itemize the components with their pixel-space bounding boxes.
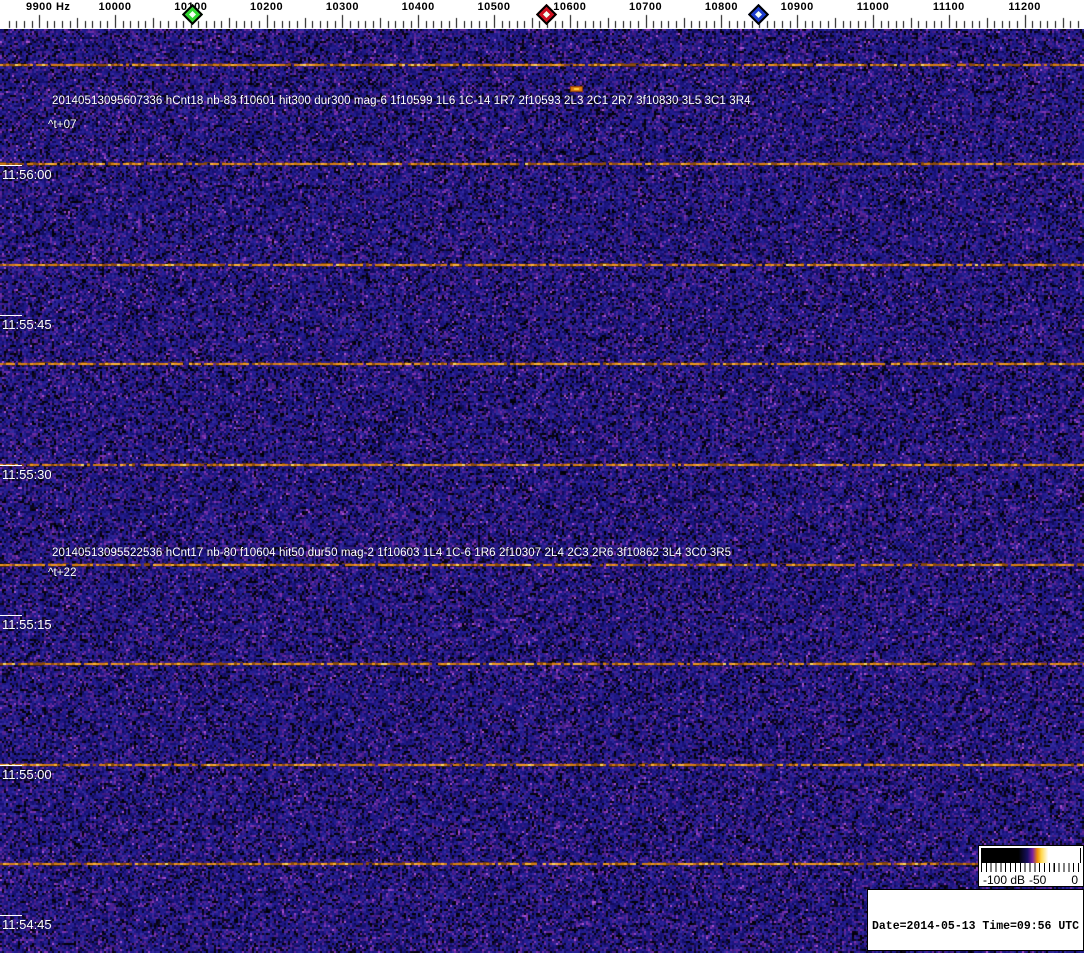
marker-center-dot <box>754 10 763 19</box>
colorbar-ticks-major <box>981 863 1081 868</box>
freq-tick-label: 10500 <box>477 1 511 13</box>
intensity-colorbar: -100 dB -50 0 <box>978 845 1084 887</box>
marker-center-dot <box>188 10 197 19</box>
marker-center-dot <box>542 10 551 19</box>
colorbar-label-max: 0 <box>1071 873 1078 887</box>
colorbar-label-min: -100 dB <box>983 873 1026 887</box>
freq-tick-label: 10900 <box>780 1 814 13</box>
time-tick <box>0 465 22 466</box>
time-tick-label: 11:55:00 <box>2 767 52 782</box>
time-tick <box>0 315 22 316</box>
freq-tick-label: 10200 <box>250 1 284 13</box>
freq-tick-label: 10300 <box>325 1 359 13</box>
colorbar-label-mid: -50 <box>1029 873 1047 887</box>
time-tick-label: 11:55:30 <box>2 467 52 482</box>
detection-annotation-1: 20140513095607336 hCnt18 nb-83 f10601 hi… <box>52 95 751 107</box>
freq-tick-label: 10800 <box>704 1 738 13</box>
colorbar-gradient <box>981 848 1081 863</box>
time-tick <box>0 615 22 616</box>
time-tick <box>0 165 22 166</box>
detection-annotation-2: 20140513095522536 hCnt17 nb-80 f10604 hi… <box>52 547 732 559</box>
freq-tick-label: 10400 <box>401 1 435 13</box>
spectrogram-area: 20140513095607336 hCnt18 nb-83 f10601 hi… <box>0 29 1084 953</box>
info-date-time: Date=2014-05-13 Time=09:56 UTC <box>872 920 1080 933</box>
freq-tick-label: 10600 <box>553 1 587 13</box>
spectrogram-canvas <box>0 29 1084 953</box>
detection-time-tag-1: ^t+07 <box>48 119 77 131</box>
spectrogram-app-window: 9900 Hz100001010010200103001040010500106… <box>0 0 1084 953</box>
freq-tick-label: 10000 <box>98 1 132 13</box>
freq-tick-label: 9900 Hz <box>25 1 71 13</box>
time-tick <box>0 915 22 916</box>
time-tick <box>0 765 22 766</box>
freq-tick-label: 11200 <box>1008 1 1041 13</box>
freq-tick-label: 11100 <box>932 1 965 13</box>
frequency-ruler: 9900 Hz100001010010200103001040010500106… <box>0 0 1084 29</box>
freq-tick-label: 10700 <box>629 1 663 13</box>
freq-tick-label: 11000 <box>856 1 890 13</box>
detection-time-tag-2: ^t+22 <box>48 567 77 579</box>
time-tick-label: 11:54:45 <box>2 917 52 932</box>
time-tick-label: 11:56:00 <box>2 167 52 182</box>
time-tick-label: 11:55:45 <box>2 317 52 332</box>
observation-info-box: Date=2014-05-13 Time=09:56 UTC Freq=143 … <box>867 889 1084 951</box>
time-tick-label: 11:55:15 <box>2 617 52 632</box>
